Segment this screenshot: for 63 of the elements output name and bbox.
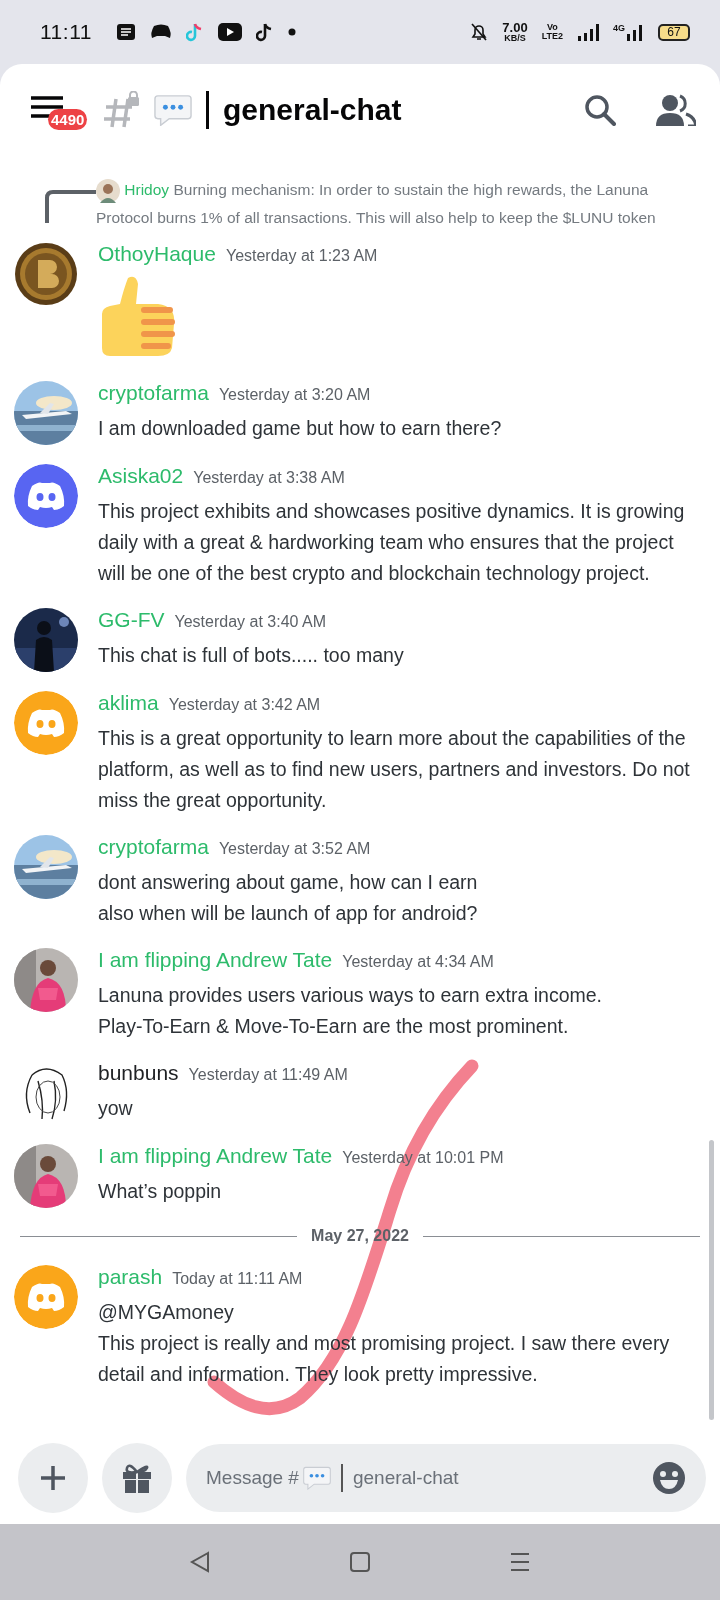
signal-icon	[626, 23, 644, 41]
message-icon	[115, 23, 136, 41]
scrollbar[interactable]	[709, 1140, 714, 1420]
username[interactable]: bunbuns	[98, 1061, 179, 1085]
username[interactable]: cryptofarma	[98, 835, 209, 859]
locked-hash-icon	[102, 91, 140, 129]
volte-label: Vo	[546, 23, 558, 32]
reply-preview[interactable]: Hridoy Burning mechanism: In order to sustain the high rewards, the Lanuna Protocol burns 1% of all transactions. This will also help to keep the $LUNU token	[96, 176, 720, 232]
network-speed: 7.00	[502, 21, 528, 34]
timestamp: Yesterday at 3:42 AM	[168, 696, 321, 714]
members-icon[interactable]	[656, 94, 696, 126]
message-text: also when will be launch of app for android?	[98, 901, 479, 926]
emoji-icon[interactable]	[652, 1461, 686, 1495]
username[interactable]: I am flipping Andrew Tate	[98, 1144, 333, 1168]
plus-icon	[40, 1465, 66, 1491]
message-text: This project exhibits and showcases positive dynamics. It is growing daily with a great & hardworking team who ensures that the project will be one of the best crypto and blockchain technology project.	[98, 499, 686, 586]
signal-icon	[577, 23, 599, 41]
lte-label: LTE2	[541, 32, 563, 41]
message-text: yow	[98, 1096, 134, 1121]
timestamp: Today at 11:11 AM	[172, 1270, 303, 1288]
timestamp: Yesterday at 11:49 AM	[188, 1066, 348, 1084]
notification-badge: 4490	[48, 109, 88, 130]
username[interactable]: OthoyHaque	[98, 242, 216, 266]
music-note-icon	[255, 22, 274, 42]
message-field[interactable]: Message # general-chat	[186, 1444, 706, 1512]
message-text: @MYGAmoney	[98, 1300, 235, 1325]
speech-bubble-icon	[302, 1466, 331, 1490]
username[interactable]: GG-FV	[98, 608, 165, 632]
message-text: dont answering about game, how can I earn	[98, 870, 479, 895]
bell-off-icon	[470, 22, 489, 42]
reply-connector	[44, 188, 96, 224]
music-note-icon	[185, 22, 204, 42]
timestamp: Yesterday at 3:52 AM	[218, 840, 371, 858]
back-icon[interactable]	[189, 1551, 211, 1573]
coin-avatar	[14, 242, 78, 306]
username[interactable]: I am flipping Andrew Tate	[98, 948, 333, 972]
play-icon	[217, 23, 242, 41]
username[interactable]: parash	[98, 1265, 163, 1289]
channel-title: general-chat	[223, 93, 402, 127]
username[interactable]: Asiska02	[98, 464, 184, 488]
search-icon[interactable]	[584, 94, 616, 126]
clock: 11:11	[40, 20, 92, 44]
message-text: Lanuna provides users various ways to earn extra income.	[98, 983, 603, 1008]
message-text: Play-To-Earn & Move-To-Earn are the most prominent.	[98, 1014, 570, 1039]
timestamp: Yesterday at 4:34 AM	[342, 953, 494, 971]
message-text: This is a great opportunity to learn more about the capabilities of the platform, as well as to find new users, partners and investors. Do not miss the great opportunity.	[98, 726, 691, 813]
username[interactable]: aklima	[98, 691, 159, 715]
timestamp: Yesterday at 3:20 AM	[218, 386, 371, 404]
timestamp: Yesterday at 3:38 AM	[193, 469, 345, 487]
message-text: What’s poppin	[98, 1179, 223, 1204]
recents-icon[interactable]	[509, 1551, 531, 1573]
message-text: I am downloaded game but how to earn there?	[98, 416, 503, 441]
home-icon[interactable]	[349, 1551, 371, 1573]
message-text: This chat is full of bots..... too many	[98, 643, 405, 668]
gift-icon	[121, 1462, 153, 1494]
network-type: 4G	[613, 23, 625, 33]
speech-bubble-icon	[154, 93, 192, 127]
speed-unit: KB/S	[504, 34, 526, 43]
battery-indicator: 67	[658, 23, 690, 41]
timestamp: Yesterday at 1:23 AM	[225, 247, 378, 265]
username[interactable]: cryptofarma	[98, 381, 209, 405]
timestamp: Yesterday at 3:40 AM	[174, 613, 326, 631]
dot-icon	[287, 28, 296, 36]
